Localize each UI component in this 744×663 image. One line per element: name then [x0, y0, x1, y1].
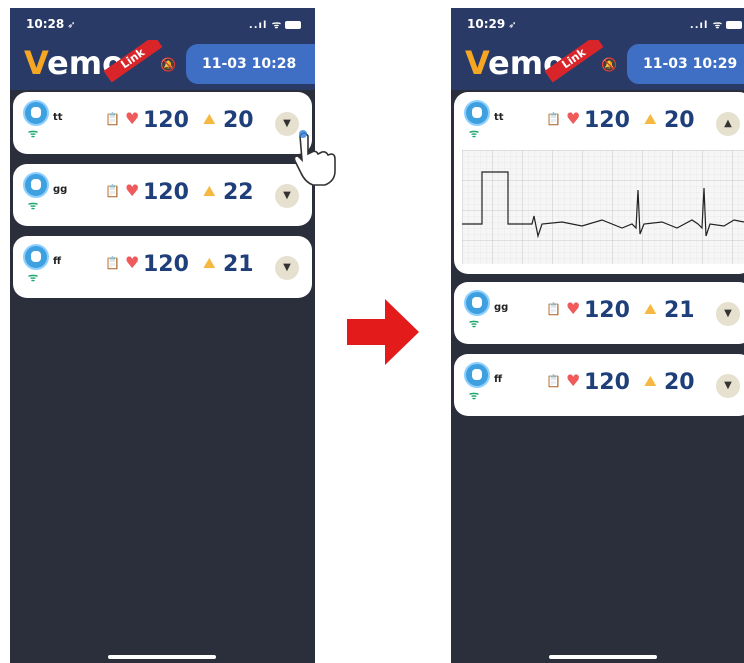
home-indicator[interactable]	[549, 655, 657, 659]
heart-rate-value: 120	[143, 252, 189, 277]
heart-icon: ♥	[566, 109, 581, 128]
clipboard-heart-icon: 📋	[546, 302, 561, 316]
respiration-value: 20	[664, 108, 695, 133]
respiration-value: 21	[223, 252, 254, 277]
patient-name: ff	[53, 256, 62, 267]
patient-name: gg	[53, 184, 68, 195]
hand-pointer-icon	[293, 130, 336, 186]
avatar	[23, 244, 49, 270]
status-time: 10:28 ➶	[26, 17, 76, 31]
clipboard-heart-icon: 📋	[105, 184, 120, 198]
heart-rate-value: 120	[584, 108, 630, 133]
heart-icon: ♥	[566, 371, 581, 390]
patient-card-gg[interactable]: ᯤ gg 📋 ♥ 120 ⛰ 21 ▼	[454, 282, 744, 344]
signal-icon: ..ıl	[248, 20, 268, 31]
wifi-status-icon: ᯤ	[469, 389, 480, 402]
heart-icon: ♥	[125, 181, 140, 200]
status-bar: 10:29 ➶ ..ıl ᯤ	[451, 8, 744, 40]
battery-icon	[726, 21, 742, 29]
patient-card-tt[interactable]: ᯤ tt 📋 ♥ 120 ⛰ 20 ▼	[13, 92, 312, 154]
wifi-status-icon: ᯤ	[469, 127, 480, 140]
ecg-waveform	[462, 150, 744, 264]
app-header: Vemo Link 🔕 11-03 10:28	[10, 40, 315, 90]
home-indicator[interactable]	[108, 655, 216, 659]
location-icon: ➶	[508, 20, 517, 31]
lung-icon: ⛰	[203, 182, 216, 200]
avatar	[464, 290, 490, 316]
datetime-display: 11-03 10:28	[186, 44, 315, 84]
heart-rate-value: 120	[584, 298, 630, 323]
heart-icon: ♥	[125, 109, 140, 128]
patient-name: ff	[494, 374, 503, 385]
avatar	[464, 362, 490, 388]
bell-off-icon[interactable]: 🔕	[601, 58, 617, 73]
avatar	[464, 100, 490, 126]
lung-icon: ⛰	[203, 254, 216, 272]
heart-icon: ♥	[125, 253, 140, 272]
heart-icon: ♥	[566, 299, 581, 318]
signal-icon: ..ıl	[689, 20, 709, 31]
chevron-down-icon[interactable]: ▼	[716, 302, 740, 326]
respiration-value: 21	[664, 298, 695, 323]
patient-name: gg	[494, 302, 509, 313]
wifi-status-icon: ᯤ	[28, 127, 39, 140]
lung-icon: ⛰	[644, 372, 657, 390]
status-time: 10:29 ➶	[467, 17, 517, 31]
respiration-value: 20	[664, 370, 695, 395]
phone-screen-before: 10:28 ➶ ..ıl ᯤ Vemo Link 🔕 11-03 10:28 ᯤ …	[10, 8, 315, 663]
wifi-status-icon: ᯤ	[28, 199, 39, 212]
bell-off-icon[interactable]: 🔕	[160, 58, 176, 73]
location-icon: ➶	[67, 20, 76, 31]
clipboard-heart-icon: 📋	[105, 112, 120, 126]
app-header: Vemo Link 🔕 11-03 10:29	[451, 40, 744, 90]
patient-card-ff[interactable]: ᯤ ff 📋 ♥ 120 ⛰ 20 ▼	[454, 354, 744, 416]
avatar	[23, 100, 49, 126]
wifi-icon: ᯤ	[271, 20, 282, 31]
status-icons: ..ıl ᯤ	[690, 17, 742, 31]
datetime-display: 11-03 10:29	[627, 44, 744, 84]
clipboard-heart-icon: 📋	[546, 112, 561, 126]
avatar	[23, 172, 49, 198]
right-arrow-icon	[347, 299, 419, 365]
wifi-status-icon: ᯤ	[469, 317, 480, 330]
chevron-down-icon[interactable]: ▼	[275, 256, 299, 280]
lung-icon: ⛰	[203, 110, 216, 128]
patient-name: tt	[53, 112, 63, 123]
patient-card-ff[interactable]: ᯤ ff 📋 ♥ 120 ⛰ 21 ▼	[13, 236, 312, 298]
heart-rate-value: 120	[143, 180, 189, 205]
battery-icon	[285, 21, 301, 29]
respiration-value: 20	[223, 108, 254, 133]
wifi-icon: ᯤ	[712, 20, 723, 31]
patient-card-gg[interactable]: ᯤ gg 📋 ♥ 120 ⛰ 22 ▼	[13, 164, 312, 226]
status-icons: ..ıl ᯤ	[249, 17, 301, 31]
chevron-down-icon[interactable]: ▼	[716, 374, 740, 398]
clipboard-heart-icon: 📋	[105, 256, 120, 270]
status-bar: 10:28 ➶ ..ıl ᯤ	[10, 8, 315, 40]
clipboard-heart-icon: 📋	[546, 374, 561, 388]
patient-name: tt	[494, 112, 504, 123]
respiration-value: 22	[223, 180, 254, 205]
patient-card-tt[interactable]: ᯤ tt 📋 ♥ 120 ⛰ 20 ▲	[454, 92, 744, 274]
lung-icon: ⛰	[644, 300, 657, 318]
phone-screen-after: 10:29 ➶ ..ıl ᯤ Vemo Link 🔕 11-03 10:29 ᯤ …	[451, 8, 744, 663]
lung-icon: ⛰	[644, 110, 657, 128]
wifi-status-icon: ᯤ	[28, 271, 39, 284]
heart-rate-value: 120	[143, 108, 189, 133]
heart-rate-value: 120	[584, 370, 630, 395]
chevron-up-icon[interactable]: ▲	[716, 112, 740, 136]
